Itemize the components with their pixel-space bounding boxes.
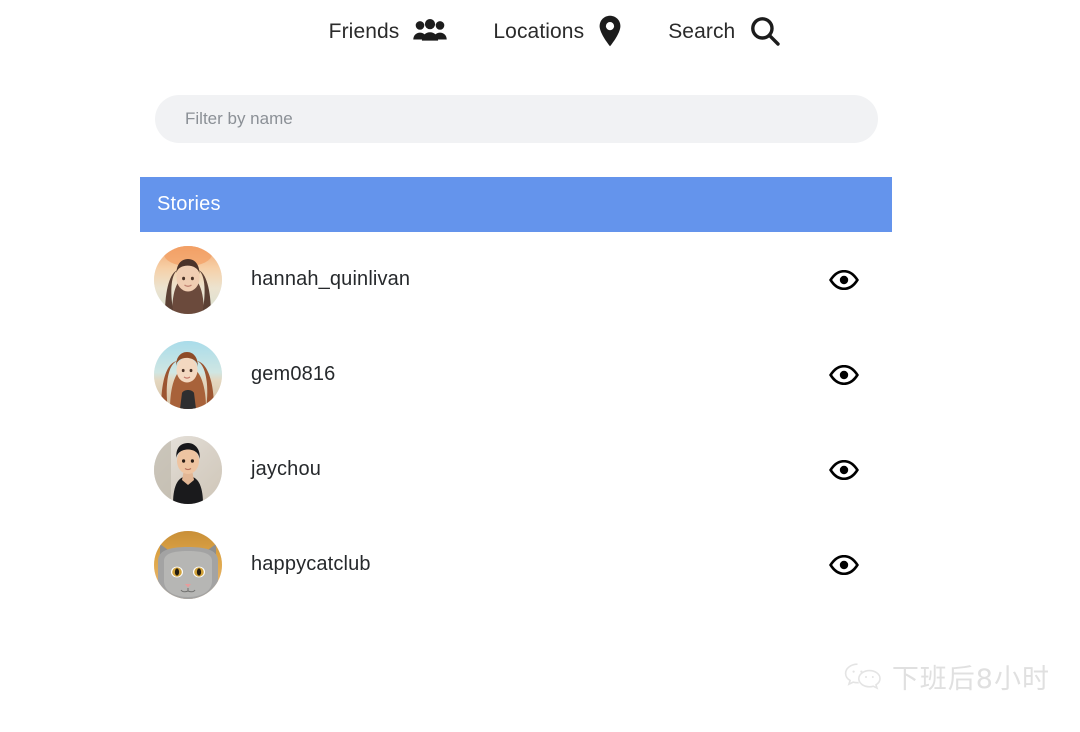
eye-icon[interactable] — [822, 353, 866, 397]
stories-list: hannah_quinlivan gem0816 jaychou happyca… — [140, 232, 892, 612]
watermark-text: 下班后8小时 — [891, 664, 1050, 695]
nav-item-friends-label: Friends — [328, 19, 400, 43]
eye-icon[interactable] — [822, 258, 866, 302]
stories-section-title: Stories — [157, 193, 221, 215]
list-item[interactable]: gem0816 — [140, 327, 892, 422]
watermark: 下班后8小时 — [844, 657, 1050, 696]
nav-item-friends[interactable]: Friends — [329, 19, 494, 43]
eye-icon[interactable] — [822, 448, 866, 492]
search-input[interactable] — [155, 95, 878, 143]
nav-item-search-label: Search — [668, 19, 736, 43]
list-item[interactable]: hannah_quinlivan — [140, 232, 892, 327]
list-item-username: hannah_quinlivan — [251, 268, 411, 290]
nav-item-search[interactable]: Search — [668, 15, 781, 47]
list-item-username: happycatclub — [251, 553, 371, 575]
list-item[interactable]: jaychou — [140, 422, 892, 517]
portrait-man-black-top-avatar — [154, 435, 222, 504]
grey-cat-avatar — [154, 530, 222, 599]
filter-row — [0, 62, 1080, 143]
stories-panel: Stories hannah_quinlivan gem0816 jaychou… — [140, 177, 892, 612]
portrait-woman-beach-avatar — [154, 340, 222, 409]
search-icon — [749, 15, 781, 47]
friends-group-icon — [413, 19, 448, 43]
list-item-username: gem0816 — [251, 363, 336, 385]
eye-icon[interactable] — [822, 543, 866, 587]
portrait-woman-sunset-avatar — [154, 245, 222, 314]
list-item-username: jaychou — [251, 458, 321, 480]
top-navigation-bar: Friends Locations Search — [0, 0, 1080, 62]
list-item[interactable]: happycatclub — [140, 517, 892, 612]
nav-item-locations[interactable]: Locations — [493, 15, 668, 47]
wechat-icon — [844, 662, 882, 692]
nav-item-locations-label: Locations — [493, 19, 585, 43]
stories-section-header: Stories — [140, 177, 892, 232]
map-pin-icon — [598, 15, 622, 47]
